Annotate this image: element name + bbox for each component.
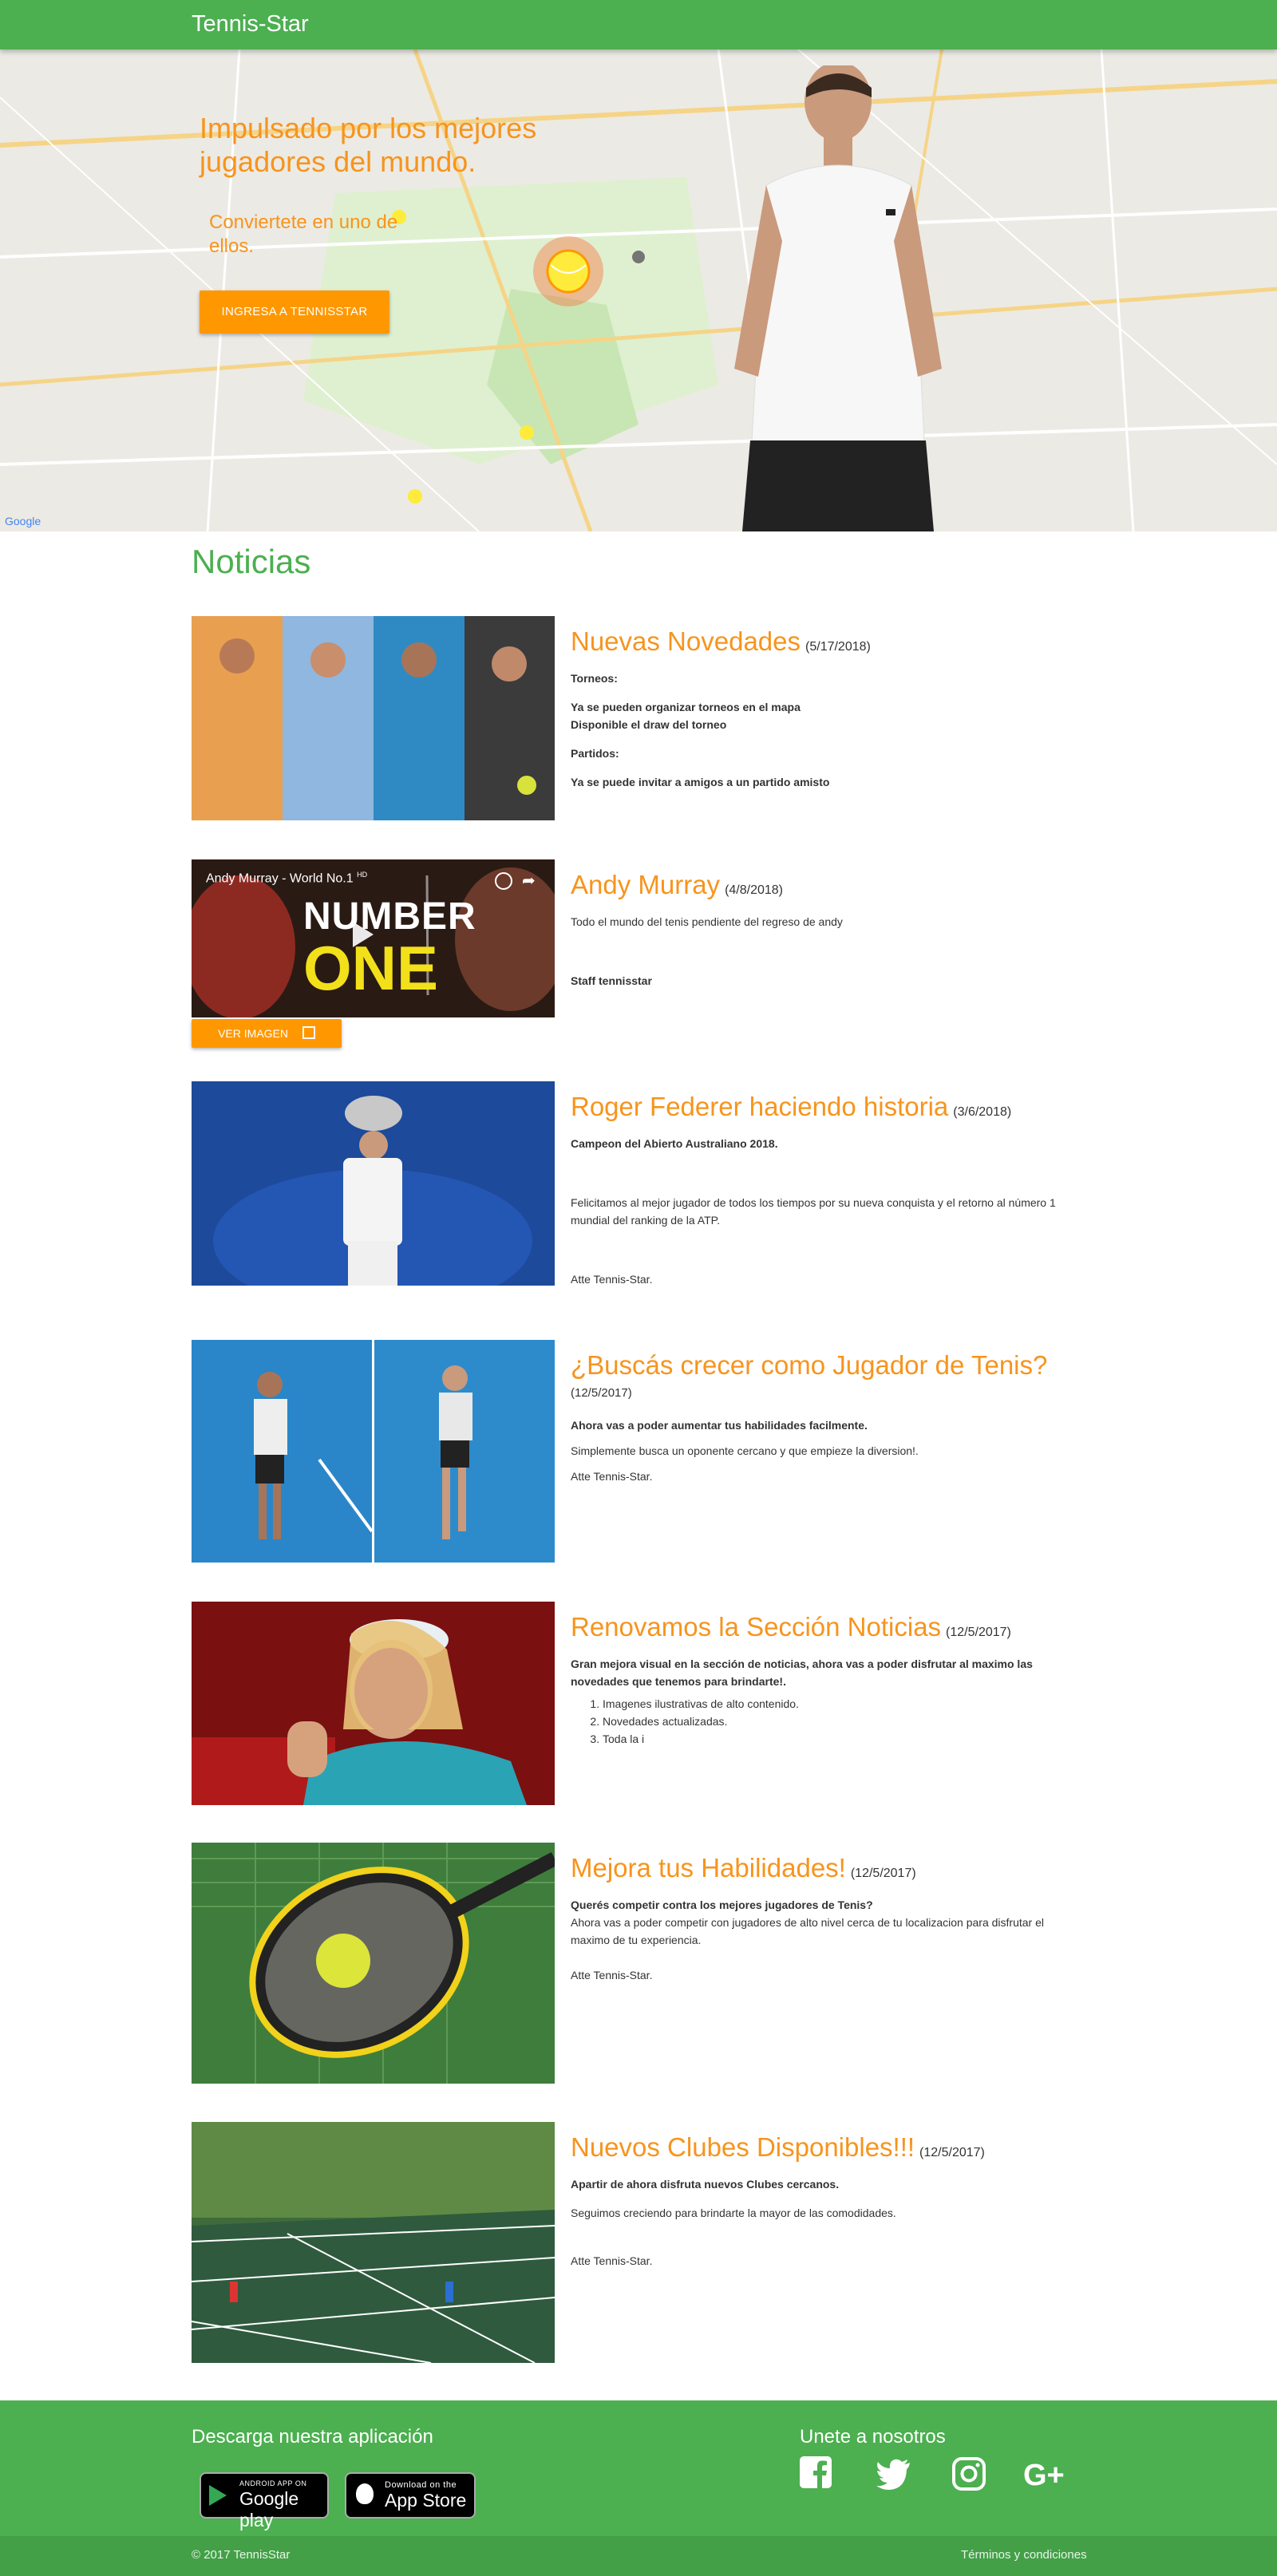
google-play-badge[interactable]: ANDROID APP ON Google play	[200, 2472, 329, 2531]
article-text: Seguimos creciendo para brindarte la may…	[571, 2207, 896, 2219]
article-date: (12/5/2017)	[946, 1626, 1011, 1639]
article-title[interactable]: Nuevos Clubes Disponibles!!!	[571, 2132, 915, 2162]
article-date: (5/17/2018)	[805, 640, 871, 654]
news-heading: Noticias	[192, 543, 311, 580]
apple-icon	[356, 2483, 374, 2504]
image-icon	[302, 1026, 315, 1039]
article-text: Campeon del Abierto Australiano 2018.	[571, 1137, 778, 1150]
brand-logo[interactable]: Tennis-Star	[192, 11, 309, 38]
article-text: Atte Tennis-Star.	[571, 1470, 653, 1483]
article-text: Felicitamos al mejor jugador de todos lo…	[571, 1196, 1056, 1227]
article-title[interactable]: ¿Buscás crecer como Jugador de Tenis?	[571, 1350, 1047, 1380]
article-text: Atte Tennis-Star.	[571, 1969, 653, 1981]
article-text: Partidos:	[571, 747, 619, 760]
terms-link[interactable]: Términos y condiciones	[961, 2548, 1087, 2562]
article-text: Torneos:	[571, 672, 618, 685]
article-title[interactable]: Nuevas Novedades	[571, 626, 801, 656]
background-map: Google	[0, 49, 1277, 531]
news-article: Renovamos la Sección Noticias (12/5/2017)…	[192, 1602, 1085, 1809]
article-date: (12/5/2017)	[850, 1867, 916, 1880]
article-title[interactable]: Renovamos la Sección Noticias	[571, 1612, 941, 1642]
news-article: Mejora tus Habilidades! (12/5/2017) Queré…	[192, 1843, 1085, 2086]
article-text: Ya se puede invitar a amigos a un partid…	[571, 776, 830, 788]
watch-later-icon[interactable]	[495, 872, 512, 890]
news-article: Roger Federer haciendo historia (3/6/2018…	[192, 1081, 1085, 1289]
article-text: Querés competir contra los mejores jugad…	[571, 1898, 873, 1911]
article-text: Apartir de ahora disfruta nuevos Clubes …	[571, 2178, 840, 2191]
article-text: Simplemente busca un oponente cercano y …	[571, 1444, 919, 1457]
article-image	[192, 2122, 555, 2363]
article-title[interactable]: Roger Federer haciendo historia	[571, 1092, 948, 1121]
article-image	[192, 1340, 555, 1563]
article-title[interactable]: Mejora tus Habilidades!	[571, 1853, 846, 1883]
news-article: Nuevas Novedades (5/17/2018) Torneos: Ya …	[192, 616, 1085, 824]
article-image	[192, 616, 555, 820]
article-date: (12/5/2017)	[919, 2146, 985, 2159]
news-article: Andy Murray - World No.1 HD NUMBER ONE ➦…	[192, 859, 1085, 1051]
play-icon[interactable]	[353, 922, 374, 947]
play-store-icon	[209, 2485, 227, 2506]
article-text: Disponible el draw del torneo	[571, 718, 727, 731]
video-thumbnail[interactable]: Andy Murray - World No.1 HD NUMBER ONE ➦	[192, 859, 555, 1017]
article-title[interactable]: Andy Murray	[571, 870, 720, 899]
view-image-button[interactable]: VER IMAGEN	[192, 1019, 342, 1048]
article-text: Atte Tennis-Star.	[571, 2254, 653, 2267]
list-item: Toda la i	[603, 1730, 1085, 1748]
hero-subtitle: Conviertete en uno de ellos.	[209, 211, 398, 257]
share-icon[interactable]: ➦	[522, 871, 536, 891]
instagram-icon[interactable]	[950, 2455, 988, 2493]
article-text: Ahora vas a poder competir con jugadores…	[571, 1916, 1044, 1946]
svg-text:Google: Google	[5, 515, 41, 527]
google-plus-icon[interactable]: G+	[1023, 2455, 1076, 2493]
article-image	[192, 1081, 555, 1286]
article-date: (12/5/2017)	[571, 1386, 632, 1400]
enter-tennisstar-button[interactable]: INGRESA A TENNISSTAR	[200, 290, 389, 334]
video-title: Andy Murray - World No.1 HD	[206, 871, 368, 886]
article-image	[192, 1843, 555, 2084]
navbar: Tennis-Star	[0, 0, 1277, 49]
article-text: Gran mejora visual en la sección de noti…	[571, 1657, 1033, 1688]
article-text: Ya se pueden organizar torneos en el map…	[571, 701, 801, 713]
facebook-icon[interactable]	[798, 2455, 836, 2493]
list-item: Novedades actualizadas.	[603, 1713, 1085, 1730]
article-list: Imagenes ilustrativas de alto contenido.…	[571, 1695, 1085, 1748]
article-date: (4/8/2018)	[725, 883, 783, 897]
twitter-icon[interactable]	[875, 2455, 913, 2493]
hero-title: Impulsado por los mejores jugadores del …	[200, 112, 537, 178]
join-us-heading: Unete a nosotros	[800, 2426, 946, 2448]
svg-text:G+: G+	[1023, 2459, 1065, 2492]
news-article: Nuevos Clubes Disponibles!!! (12/5/2017) …	[192, 2122, 1085, 2365]
article-image	[192, 1602, 555, 1805]
news-article: ¿Buscás crecer como Jugador de Tenis? (1…	[192, 1340, 1085, 1563]
copyright-text: © 2017 TennisStar	[192, 2548, 291, 2562]
article-date: (3/6/2018)	[953, 1105, 1012, 1119]
download-app-heading: Descarga nuestra aplicación	[192, 2426, 433, 2448]
list-item: Imagenes ilustrativas de alto contenido.	[603, 1695, 1085, 1713]
article-text: Ahora vas a poder aumentar tus habilidad…	[571, 1419, 868, 1432]
article-text: Staff tennisstar	[571, 974, 652, 987]
app-store-badge[interactable]: Download on the App Store	[345, 2472, 476, 2519]
player-image	[734, 65, 942, 531]
video-text-number: NUMBER	[303, 895, 476, 938]
article-text: Atte Tennis-Star.	[571, 1273, 653, 1286]
article-text: Todo el mundo del tenis pendiente del re…	[571, 915, 843, 928]
hero-section: Google Impulsado por los mejores jugador…	[0, 49, 1277, 531]
